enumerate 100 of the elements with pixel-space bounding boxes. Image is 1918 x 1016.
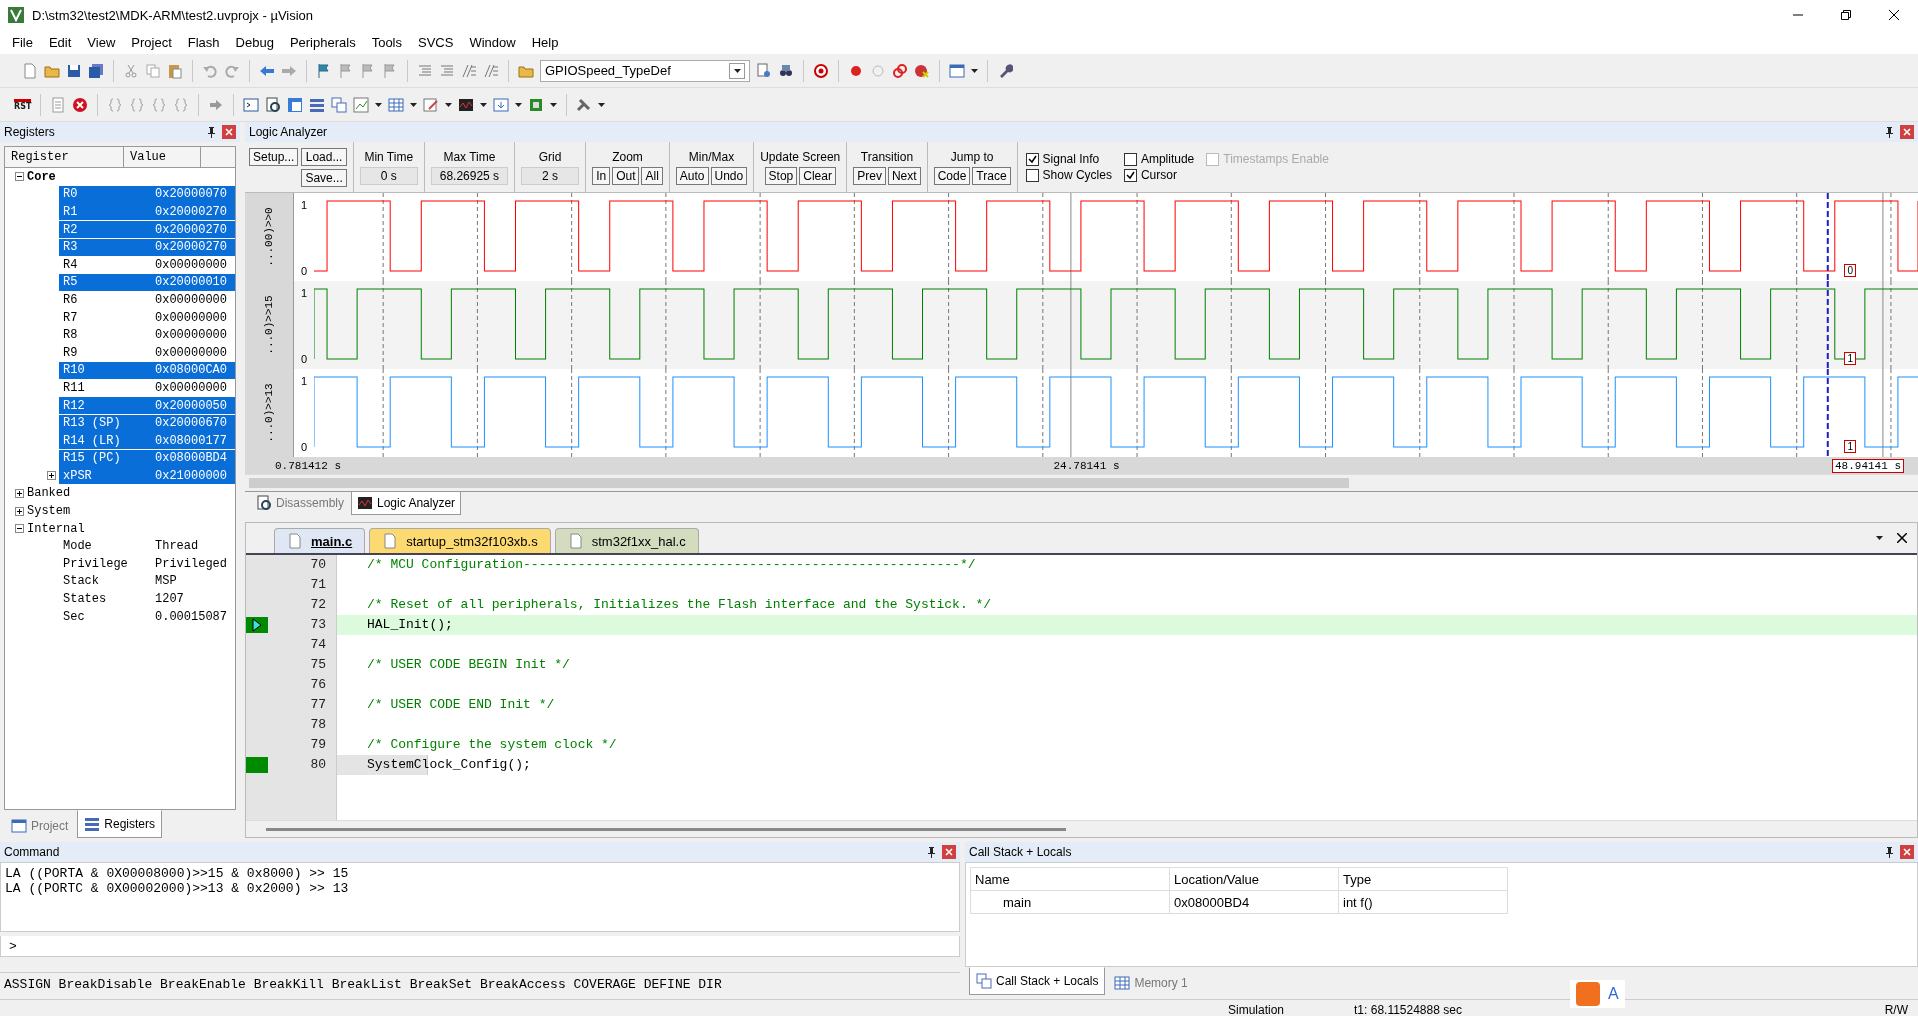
toolbar-button[interactable]: Stop xyxy=(764,166,798,185)
register-row[interactable]: R13 (SP) 0x20000670 xyxy=(59,414,235,432)
register-row[interactable]: R4 0x00000000 xyxy=(59,256,235,274)
window-icon[interactable] xyxy=(11,818,27,834)
registers-window-icon[interactable] xyxy=(84,816,101,832)
pin-icon[interactable] xyxy=(927,846,936,858)
panel-tab[interactable]: Registers xyxy=(77,810,163,838)
caret-icon[interactable] xyxy=(733,68,741,73)
register-row[interactable]: Sec 0.00015087 xyxy=(59,608,235,626)
menu-item[interactable]: View xyxy=(79,34,124,50)
view-tab[interactable]: Logic Analyzer xyxy=(351,492,462,515)
toolbar-button[interactable]: Load... xyxy=(301,147,347,166)
caret-icon[interactable] xyxy=(480,102,488,107)
toolbar-button[interactable]: Save... xyxy=(301,168,347,187)
register-row[interactable]: R11 0x00000000 xyxy=(59,379,235,397)
toolbar-button[interactable]: Auto xyxy=(675,166,709,185)
trace-window-icon[interactable] xyxy=(493,96,510,113)
menu-item[interactable]: SVCS xyxy=(410,34,462,50)
menu-item[interactable]: Tools xyxy=(363,34,410,50)
register-row[interactable]: Mode Thread xyxy=(59,537,235,555)
window-icon[interactable] xyxy=(949,62,965,79)
caret-icon[interactable] xyxy=(550,102,558,107)
restore-icon[interactable] xyxy=(1841,10,1851,20)
column-header[interactable]: Location/Value xyxy=(1169,867,1339,891)
tools-icon[interactable] xyxy=(576,96,593,113)
register-row[interactable]: R3 0x20000270 xyxy=(59,238,235,256)
checkbox[interactable]: Signal Info xyxy=(1025,152,1112,166)
registers-window-icon[interactable] xyxy=(309,96,326,113)
toolbar-button[interactable]: Clear xyxy=(799,166,836,185)
stop-icon[interactable] xyxy=(72,96,89,113)
comment-lines-icon[interactable] xyxy=(483,62,499,79)
analyzer-window-icon[interactable] xyxy=(458,96,475,113)
grid-window-icon[interactable] xyxy=(388,96,405,113)
column-header[interactable]: Name xyxy=(970,867,1170,891)
menu-item[interactable]: Flash xyxy=(179,34,228,50)
register-row[interactable]: Stack MSP xyxy=(59,572,235,590)
checkbox[interactable]: Show Cycles xyxy=(1025,168,1112,182)
file-tab[interactable]: main.c xyxy=(274,528,366,553)
caret-icon[interactable] xyxy=(1876,536,1883,540)
close-icon[interactable] xyxy=(1889,10,1899,20)
register-row[interactable]: R12 0x20000050 xyxy=(59,397,235,414)
chip-icon[interactable] xyxy=(528,96,545,113)
toolbar-button[interactable]: Prev xyxy=(853,166,886,185)
target-icon[interactable] xyxy=(813,62,829,79)
toolbar-button[interactable]: Trace xyxy=(972,166,1011,185)
register-row[interactable]: R5 0x20000010 xyxy=(59,273,235,291)
scrollbar[interactable] xyxy=(246,820,1917,837)
edit-window-icon[interactable] xyxy=(423,96,440,113)
register-row[interactable]: R8 0x00000000 xyxy=(59,326,235,344)
terminal-icon[interactable] xyxy=(243,96,260,113)
menu-item[interactable]: File xyxy=(4,34,41,50)
collapse-icon[interactable] xyxy=(15,524,24,534)
expand-icon[interactable] xyxy=(15,506,24,516)
caret-icon[interactable] xyxy=(410,102,418,107)
expand-icon[interactable] xyxy=(15,489,24,498)
checkbox[interactable]: Amplitude xyxy=(1123,152,1195,166)
file-tab[interactable]: stm32f1xx_hal.c xyxy=(554,528,699,553)
symbols-window-icon[interactable] xyxy=(287,96,304,113)
comment-lines-icon[interactable] xyxy=(461,62,477,79)
caret-icon[interactable] xyxy=(515,102,523,107)
floppy-disks-icon[interactable] xyxy=(88,62,104,79)
grid-window-icon[interactable] xyxy=(1114,975,1131,991)
magnifier-document-icon[interactable] xyxy=(265,96,282,113)
register-row[interactable]: R0 0x20000070 xyxy=(59,185,235,203)
register-row[interactable]: R7 0x00000000 xyxy=(59,309,235,327)
register-row[interactable]: R10 0x08000CA0 xyxy=(59,361,235,379)
new-document-icon[interactable] xyxy=(287,533,303,549)
register-row[interactable]: R1 0x20000270 xyxy=(59,203,235,221)
rings-icon[interactable] xyxy=(892,62,908,79)
register-row[interactable]: States 1207 xyxy=(59,590,235,608)
scrollbar[interactable] xyxy=(245,474,1918,491)
collapse-icon[interactable] xyxy=(15,172,24,182)
close-icon[interactable] xyxy=(1897,533,1907,543)
toolbar-button[interactable]: Code xyxy=(933,166,971,185)
chart-window-icon[interactable] xyxy=(353,96,370,113)
toolbar-button[interactable]: In xyxy=(592,166,611,185)
tree-group-label[interactable]: Internal xyxy=(24,521,88,536)
toolbar-button[interactable]: Undo xyxy=(710,166,748,185)
register-row[interactable]: R14 (LR) 0x08000177 xyxy=(59,432,235,450)
panel-tab[interactable]: Project xyxy=(4,814,76,838)
caret-icon[interactable] xyxy=(598,102,606,107)
pin-icon[interactable] xyxy=(1885,846,1894,858)
reset-button[interactable]: RST xyxy=(14,98,32,111)
windows-icon[interactable] xyxy=(976,973,992,989)
view-tab[interactable]: Disassembly xyxy=(251,492,349,514)
tree-group-label[interactable]: Core xyxy=(24,169,59,184)
toolbar-button[interactable]: Setup... xyxy=(249,147,299,166)
find-in-file-icon[interactable] xyxy=(756,62,772,79)
toolbar-button[interactable]: Out xyxy=(612,166,640,185)
windows-icon[interactable] xyxy=(331,96,348,113)
flag-icon[interactable] xyxy=(316,62,332,79)
caret-icon[interactable] xyxy=(445,102,453,107)
binoculars-icon[interactable] xyxy=(778,62,794,79)
menu-item[interactable]: Project xyxy=(123,34,180,50)
find-combo[interactable]: GPIOSpeed_TypeDef xyxy=(540,59,750,82)
menu-item[interactable]: Edit xyxy=(40,34,80,50)
panel-tab[interactable]: Memory 1 xyxy=(1107,971,1195,995)
pin-icon[interactable] xyxy=(207,126,216,138)
menu-item[interactable]: Peripherals xyxy=(281,34,364,50)
register-row[interactable]: R9 0x00000000 xyxy=(59,344,235,362)
